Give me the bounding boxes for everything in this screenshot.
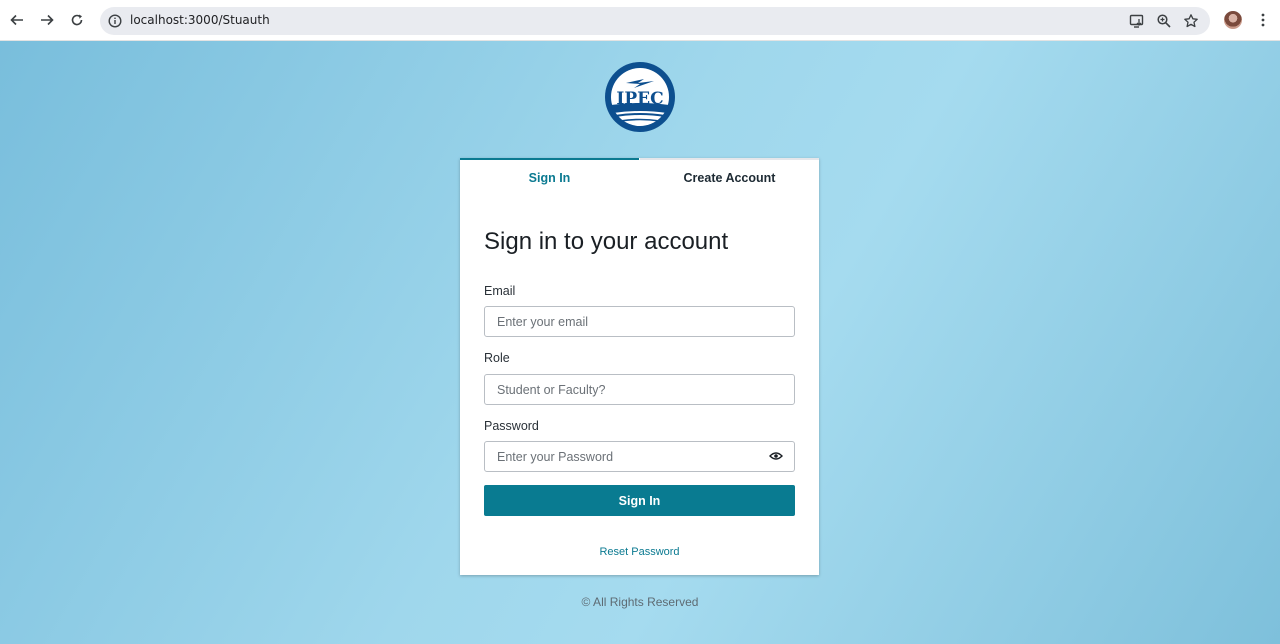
profile-avatar[interactable] [1224,11,1242,29]
auth-tabs: Sign In Create Account [460,158,819,196]
show-password-button[interactable] [757,441,795,472]
footer-copyright: © All Rights Reserved [581,595,699,609]
back-icon[interactable] [7,10,27,30]
address-bar[interactable]: localhost:3000/Stuauth [100,7,1210,35]
password-field[interactable] [484,441,758,472]
sign-in-card: Sign In Create Account Sign in to your a… [460,158,819,575]
logo-text: IPEC [616,89,663,109]
tab-create-account[interactable]: Create Account [640,158,819,196]
sign-in-button[interactable]: Sign In [484,485,795,516]
install-app-icon[interactable] [1129,13,1145,29]
form-heading: Sign in to your account [484,228,729,255]
forward-icon[interactable] [37,10,57,30]
role-label: Role [484,351,510,365]
password-label: Password [484,419,539,433]
url-text[interactable]: localhost:3000/Stuauth [130,13,270,27]
info-icon[interactable] [107,13,123,29]
menu-kebab-icon[interactable] [1255,12,1271,28]
reload-icon[interactable] [67,10,87,30]
bookmark-star-icon[interactable] [1183,13,1199,29]
reset-password-link[interactable]: Reset Password [460,546,819,558]
browser-toolbar: localhost:3000/Stuauth [0,0,1280,41]
zoom-icon[interactable] [1156,13,1172,29]
eye-icon [768,448,783,466]
page-background: IPEC Sign In Create Account Sign in to y… [0,41,1280,644]
tab-sign-in[interactable]: Sign In [460,158,639,196]
email-label: Email [484,284,516,298]
role-field[interactable] [484,374,795,405]
email-field[interactable] [484,306,795,337]
ipec-logo: IPEC [604,61,676,133]
